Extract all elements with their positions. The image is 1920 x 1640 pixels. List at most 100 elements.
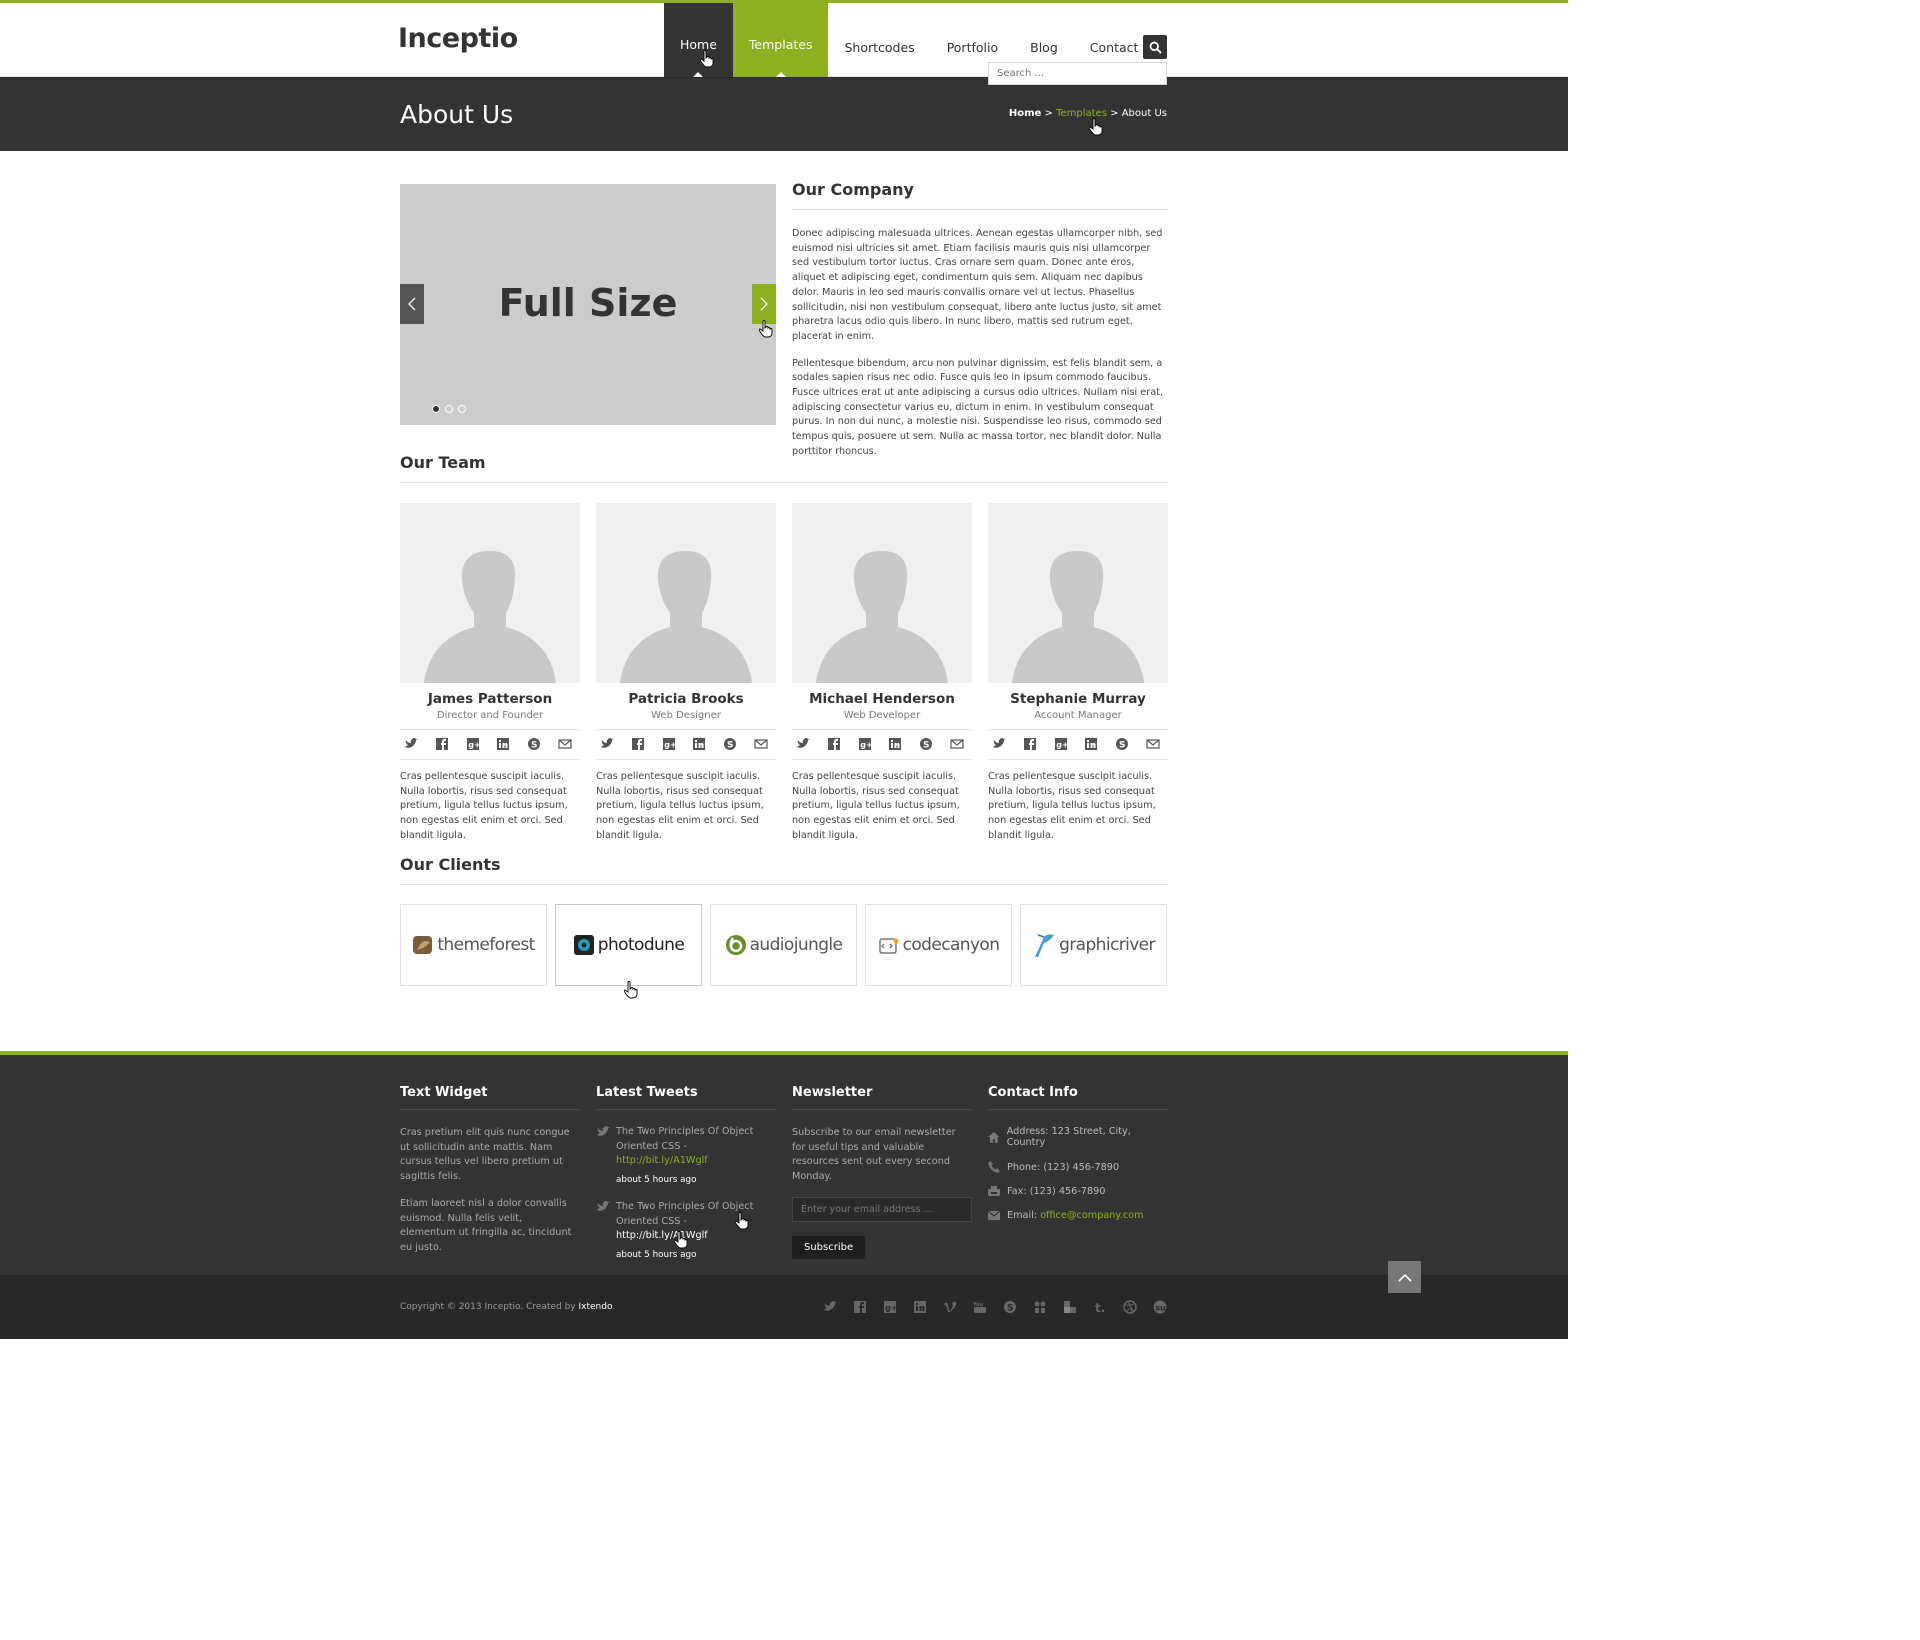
facebook-icon[interactable] — [435, 737, 449, 751]
google-plus-icon[interactable]: g+ — [1054, 737, 1068, 751]
twitter-icon[interactable] — [404, 737, 418, 751]
twitter-icon — [797, 738, 810, 748]
team-member-card: Michael Henderson Web Developer g+ S Cras… — [792, 503, 972, 844]
author-link[interactable]: Ixtendo — [579, 1302, 613, 1312]
nav-blog-label: Blog — [1030, 40, 1058, 55]
linkedin-icon[interactable] — [912, 1300, 928, 1314]
slider-next-button[interactable] — [752, 284, 776, 324]
back-to-top-button[interactable] — [1388, 1261, 1421, 1293]
tweet-link[interactable]: http://bit.ly/A1Wglf — [616, 1230, 708, 1241]
search-button[interactable] — [1143, 35, 1167, 59]
google-plus-icon: g+ — [466, 738, 480, 750]
tweet-time[interactable]: about 5 hours ago — [616, 1248, 776, 1263]
client-logo-audiojungle[interactable]: audiojungle — [710, 904, 857, 986]
tumblr-icon[interactable]: t. — [1092, 1300, 1108, 1314]
team-member-social: g+ S — [596, 730, 776, 760]
newsletter-text: Subscribe to our email newsletter for us… — [792, 1127, 956, 1183]
tweet-text: The Two Principles Of Object Oriented CS… — [616, 1126, 754, 1152]
client-name: graphicriver — [1059, 935, 1155, 955]
site-logo[interactable]: Inceptio — [398, 23, 518, 54]
linkedin-icon[interactable] — [496, 737, 510, 751]
facebook-icon[interactable] — [1023, 737, 1037, 751]
email-icon[interactable] — [1146, 737, 1160, 751]
tweet-link[interactable]: http://bit.ly/A1Wglf — [616, 1155, 708, 1166]
breadcrumb-home[interactable]: Home — [1009, 108, 1041, 119]
flickr-icon[interactable] — [1032, 1300, 1048, 1314]
contact-email-link[interactable]: office@company.com — [1040, 1210, 1143, 1221]
linkedin-icon — [497, 738, 510, 750]
client-logo-themeforest[interactable]: themeforest — [400, 904, 547, 986]
twitter-icon[interactable] — [992, 737, 1006, 751]
tweet-time[interactable]: about 5 hours ago — [616, 1173, 776, 1188]
slider-dot-1[interactable] — [432, 405, 440, 413]
google-plus-icon: g+ — [858, 738, 872, 750]
subscribe-button[interactable]: Subscribe — [792, 1235, 866, 1259]
email-icon[interactable] — [558, 737, 572, 751]
linkedin-icon[interactable] — [888, 737, 902, 751]
nav-templates[interactable]: Templates — [732, 3, 829, 77]
svg-text:g+: g+ — [664, 741, 676, 750]
skype-icon: S — [920, 738, 933, 751]
contact-phone: Phone: (123) 456-7890 — [988, 1161, 1168, 1173]
twitter-bird-icon — [597, 1200, 610, 1211]
facebook-icon[interactable] — [631, 737, 645, 751]
team-member-name: Stephanie Murray — [1010, 691, 1146, 707]
company-paragraph: Pellentesque bibendum, arcu non pulvinar… — [792, 357, 1164, 457]
slider-dot-2[interactable] — [445, 405, 453, 413]
google-plus-icon[interactable]: g+ — [662, 737, 676, 751]
footer-bottom-bar: Copyright © 2013 Inceptio. Created by Ix… — [0, 1275, 1568, 1339]
skype-icon[interactable]: S — [919, 737, 933, 751]
linkedin-icon — [1085, 738, 1098, 750]
slider-dot-3[interactable] — [458, 405, 466, 413]
person-silhouette-icon — [620, 551, 752, 683]
client-logo-codecanyon[interactable]: codecanyon — [865, 904, 1012, 986]
image-slider: Full Size — [400, 184, 776, 425]
team-member-bio: Cras pellentesque suscipit iaculis. Null… — [596, 771, 764, 841]
skype-icon[interactable]: S — [527, 737, 541, 751]
copyright-end: . — [612, 1302, 616, 1312]
stumbleupon-icon[interactable]: su — [1152, 1300, 1168, 1314]
google-plus-icon[interactable]: g+ — [882, 1300, 898, 1314]
client-name: photodune — [597, 935, 685, 955]
client-logo-graphicriver[interactable]: graphicriver — [1020, 904, 1167, 986]
team-member-card: James Patterson Director and Founder g+ S… — [400, 503, 580, 844]
breadcrumb: Home > Templates > About Us — [1009, 108, 1167, 119]
delicious-icon[interactable] — [1062, 1300, 1078, 1314]
youtube-icon[interactable]: You — [972, 1300, 988, 1314]
email-icon[interactable] — [950, 737, 964, 751]
home-icon — [988, 1131, 1000, 1143]
nav-home[interactable]: Home — [664, 3, 733, 77]
team-member-photo — [596, 503, 776, 683]
google-plus-icon[interactable]: g+ — [858, 737, 872, 751]
email-icon[interactable] — [754, 737, 768, 751]
twitter-icon — [824, 1301, 837, 1311]
search-input[interactable] — [988, 62, 1167, 85]
stumbleupon-icon: su — [1153, 1300, 1167, 1314]
skype-icon[interactable]: S — [723, 737, 737, 751]
linkedin-icon[interactable] — [1084, 737, 1098, 751]
twitter-icon — [405, 738, 418, 748]
facebook-icon[interactable] — [852, 1300, 868, 1314]
google-plus-icon: g+ — [662, 738, 676, 750]
skype-icon[interactable]: S — [1115, 737, 1129, 751]
twitter-icon[interactable] — [822, 1300, 838, 1314]
vimeo-icon[interactable] — [942, 1300, 958, 1314]
team-member-bio: Cras pellentesque suscipit iaculis. Null… — [988, 771, 1156, 841]
newsletter-email-input[interactable] — [792, 1196, 972, 1222]
email-icon — [558, 739, 572, 749]
footer-text-widget: Text Widget Cras pretium elit quis nunc … — [400, 1085, 580, 1256]
skype-icon[interactable]: S — [1002, 1300, 1018, 1314]
twitter-icon[interactable] — [796, 737, 810, 751]
dribbble-icon — [1123, 1300, 1137, 1314]
footer-text: Etiam laoreet nisl a dolor convallis eui… — [400, 1197, 572, 1253]
linkedin-icon[interactable] — [692, 737, 706, 751]
linkedin-icon — [889, 738, 902, 750]
twitter-icon[interactable] — [600, 737, 614, 751]
google-plus-icon[interactable]: g+ — [466, 737, 480, 751]
dribbble-icon[interactable] — [1122, 1300, 1138, 1314]
facebook-icon[interactable] — [827, 737, 841, 751]
client-logo-photodune[interactable]: photodune — [555, 904, 702, 986]
nav-shortcodes[interactable]: Shortcodes — [828, 3, 930, 77]
svg-text:t.: t. — [1095, 1301, 1105, 1314]
slider-prev-button[interactable] — [400, 284, 424, 324]
